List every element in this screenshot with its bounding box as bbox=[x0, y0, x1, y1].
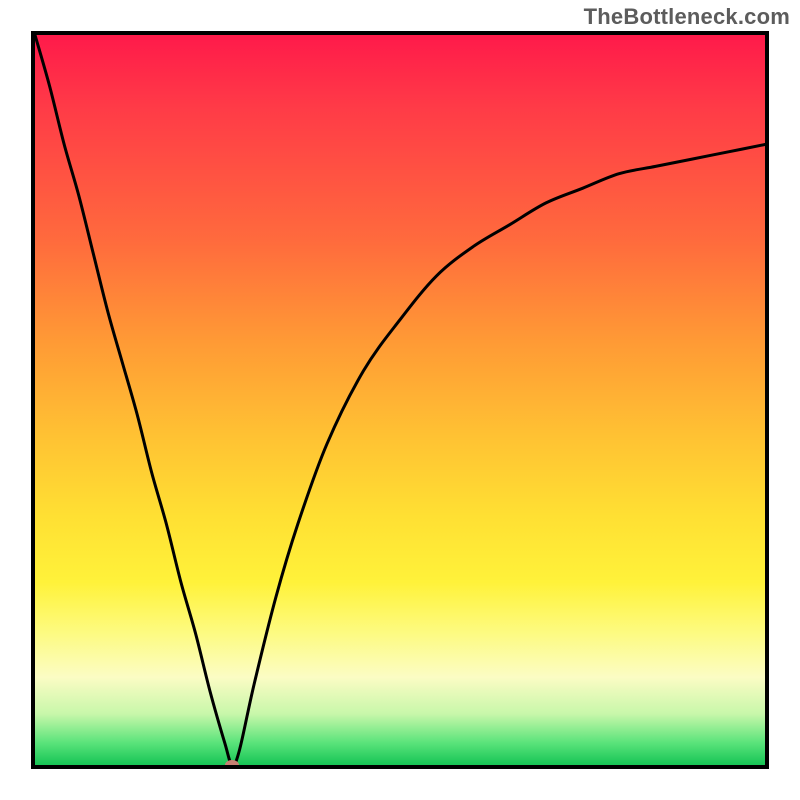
watermark-text: TheBottleneck.com bbox=[584, 4, 790, 30]
plot-area bbox=[31, 31, 769, 769]
bottleneck-curve-path bbox=[35, 35, 765, 765]
chart-container: TheBottleneck.com bbox=[0, 0, 800, 800]
curve-layer bbox=[35, 35, 765, 765]
minimum-marker bbox=[225, 760, 239, 769]
